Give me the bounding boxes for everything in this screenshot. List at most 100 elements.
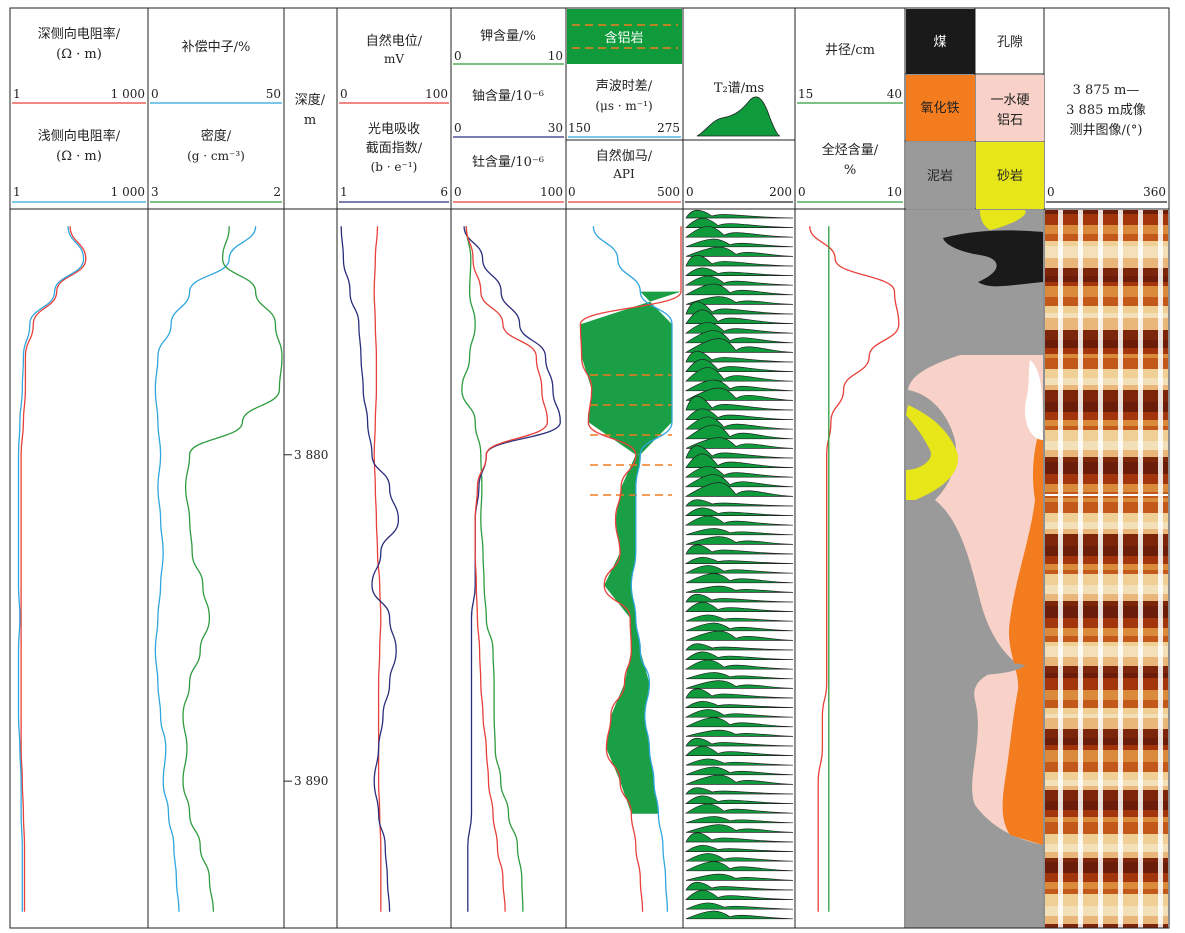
- image-band-64: [1045, 718, 1168, 729]
- t2-trace-55: [685, 737, 794, 747]
- image-band-28: [1045, 430, 1168, 441]
- image-band-25: [1045, 412, 1168, 420]
- image-band-44: [1045, 564, 1168, 570]
- hdr-tg-max: 10: [887, 185, 902, 199]
- hdr-res-deep: 深侧向电阻率/: [38, 26, 121, 42]
- image-band-10: [1045, 286, 1168, 297]
- hdr-tg-unit: %: [844, 163, 856, 178]
- hdr-t2: T₂谱/ms: [714, 81, 764, 96]
- image-band-53: [1045, 636, 1168, 642]
- hdr-pe: 光电吸收: [368, 122, 420, 137]
- hdr-lith-sand: 砂岩: [997, 169, 1023, 184]
- t2-trace-18: [684, 379, 794, 392]
- image-band-20: [1045, 369, 1168, 378]
- hdr-pe2: 截面指数/: [366, 141, 423, 156]
- image-band-74: [1045, 801, 1168, 810]
- aluminous-fill-0: [580, 291, 681, 455]
- t2-trace-53: [685, 717, 794, 728]
- image-band-51: [1045, 618, 1168, 628]
- t2-trace-36: [684, 557, 794, 564]
- t2-trace-33: [685, 528, 794, 536]
- t2-trace-42: [685, 614, 794, 622]
- image-band-17: [1045, 348, 1168, 354]
- image-band-1: [1045, 214, 1168, 225]
- t2-trace-54: [685, 729, 794, 737]
- hdr-gr-min: 0: [568, 185, 576, 199]
- hdr-th-max: 100: [540, 185, 563, 199]
- t2-trace-37: [684, 565, 794, 574]
- depth-ticks: 3 880 3 890: [284, 448, 328, 788]
- t2-trace-0: [685, 209, 794, 219]
- image-band-2: [1045, 225, 1168, 234]
- t2-trace-61: [685, 795, 794, 804]
- t2-trace-45: [685, 643, 794, 651]
- t2-trace-58: [685, 766, 794, 776]
- fills-layer: [580, 291, 681, 814]
- depth-tick-label-0: 3 880: [294, 448, 328, 462]
- image-band-68: [1045, 750, 1168, 762]
- t2-trace-8: [684, 283, 794, 296]
- image-band-36: [1045, 498, 1168, 502]
- image-band-55: [1045, 646, 1168, 657]
- curve-2: [154, 226, 257, 912]
- t2-trace-44: [685, 630, 794, 641]
- image-band-24: [1045, 402, 1168, 412]
- t2-trace-41: [685, 602, 794, 612]
- t2-trace-6: [685, 267, 794, 276]
- image-band-71: [1045, 780, 1168, 786]
- hdr-img-max: 360: [1143, 185, 1166, 199]
- image-gap-3: [1118, 210, 1123, 928]
- t2-trace-47: [684, 659, 794, 670]
- hdr-res-shallow: 浅侧向电阻率/: [38, 128, 121, 144]
- t2-trace-57: [685, 758, 794, 766]
- t2-trace-67: [684, 853, 794, 862]
- t2-trace-4: [685, 246, 794, 257]
- hdr-pe-max: 6: [440, 185, 448, 199]
- hdr-pe-unit: (b · e⁻¹): [371, 160, 418, 174]
- image-band-86: [1045, 894, 1168, 906]
- hdr-img-1: 3 875 m—: [1073, 83, 1140, 98]
- depth-tick-label-1: 3 890: [294, 774, 328, 788]
- hdr-den-min: 3: [151, 185, 159, 199]
- image-band-80: [1045, 852, 1168, 858]
- hdr-u-min: 0: [454, 121, 462, 135]
- hdr-u-max: 30: [548, 121, 563, 135]
- image-band-41: [1045, 534, 1168, 546]
- hdr-cal-min: 15: [798, 87, 813, 101]
- t2-trace-65: [685, 832, 794, 843]
- image-band-62: [1045, 708, 1168, 714]
- hdr-res-max-2: 1 000: [111, 185, 145, 199]
- hdr-cnl-max: 50: [266, 87, 281, 101]
- image-band-37: [1045, 502, 1168, 513]
- hdr-t2-max: 200: [769, 185, 792, 199]
- hdr-pe-min: 1: [340, 185, 348, 199]
- t2-trace-73: [685, 910, 794, 920]
- image-band-18: [1045, 354, 1168, 358]
- t2-trace-2: [684, 226, 794, 238]
- image-band-23: [1045, 390, 1168, 402]
- hdr-den: 密度/: [201, 128, 232, 144]
- hdr-depth-unit: m: [304, 113, 316, 128]
- image-band-65: [1045, 729, 1168, 738]
- t2-trace-60: [685, 787, 794, 795]
- t2-trace-64: [685, 824, 794, 833]
- t2-trace-12: [684, 322, 794, 334]
- image-band-43: [1045, 556, 1168, 564]
- image-band-19: [1045, 358, 1168, 369]
- image-band-56: [1045, 657, 1168, 666]
- image-band-78: [1045, 834, 1168, 844]
- t2-trace-31: [685, 507, 794, 516]
- image-gap-1: [1078, 210, 1083, 928]
- t2-trace-72: [685, 902, 794, 910]
- image-band-85: [1045, 889, 1168, 894]
- hdr-cnl-min: 0: [151, 87, 159, 101]
- image-band-21: [1045, 378, 1168, 385]
- image-gap-2: [1098, 210, 1103, 928]
- hdr-u: 铀含量/10⁻⁶: [472, 88, 544, 104]
- t2-trace-35: [685, 544, 794, 555]
- t2-trace-3: [685, 238, 794, 248]
- t2-trace-59: [685, 774, 794, 785]
- hdr-t2-min: 0: [686, 185, 694, 199]
- hdr-lith-boeh2: 铝石: [997, 113, 1023, 128]
- image-log-column: [1045, 210, 1168, 928]
